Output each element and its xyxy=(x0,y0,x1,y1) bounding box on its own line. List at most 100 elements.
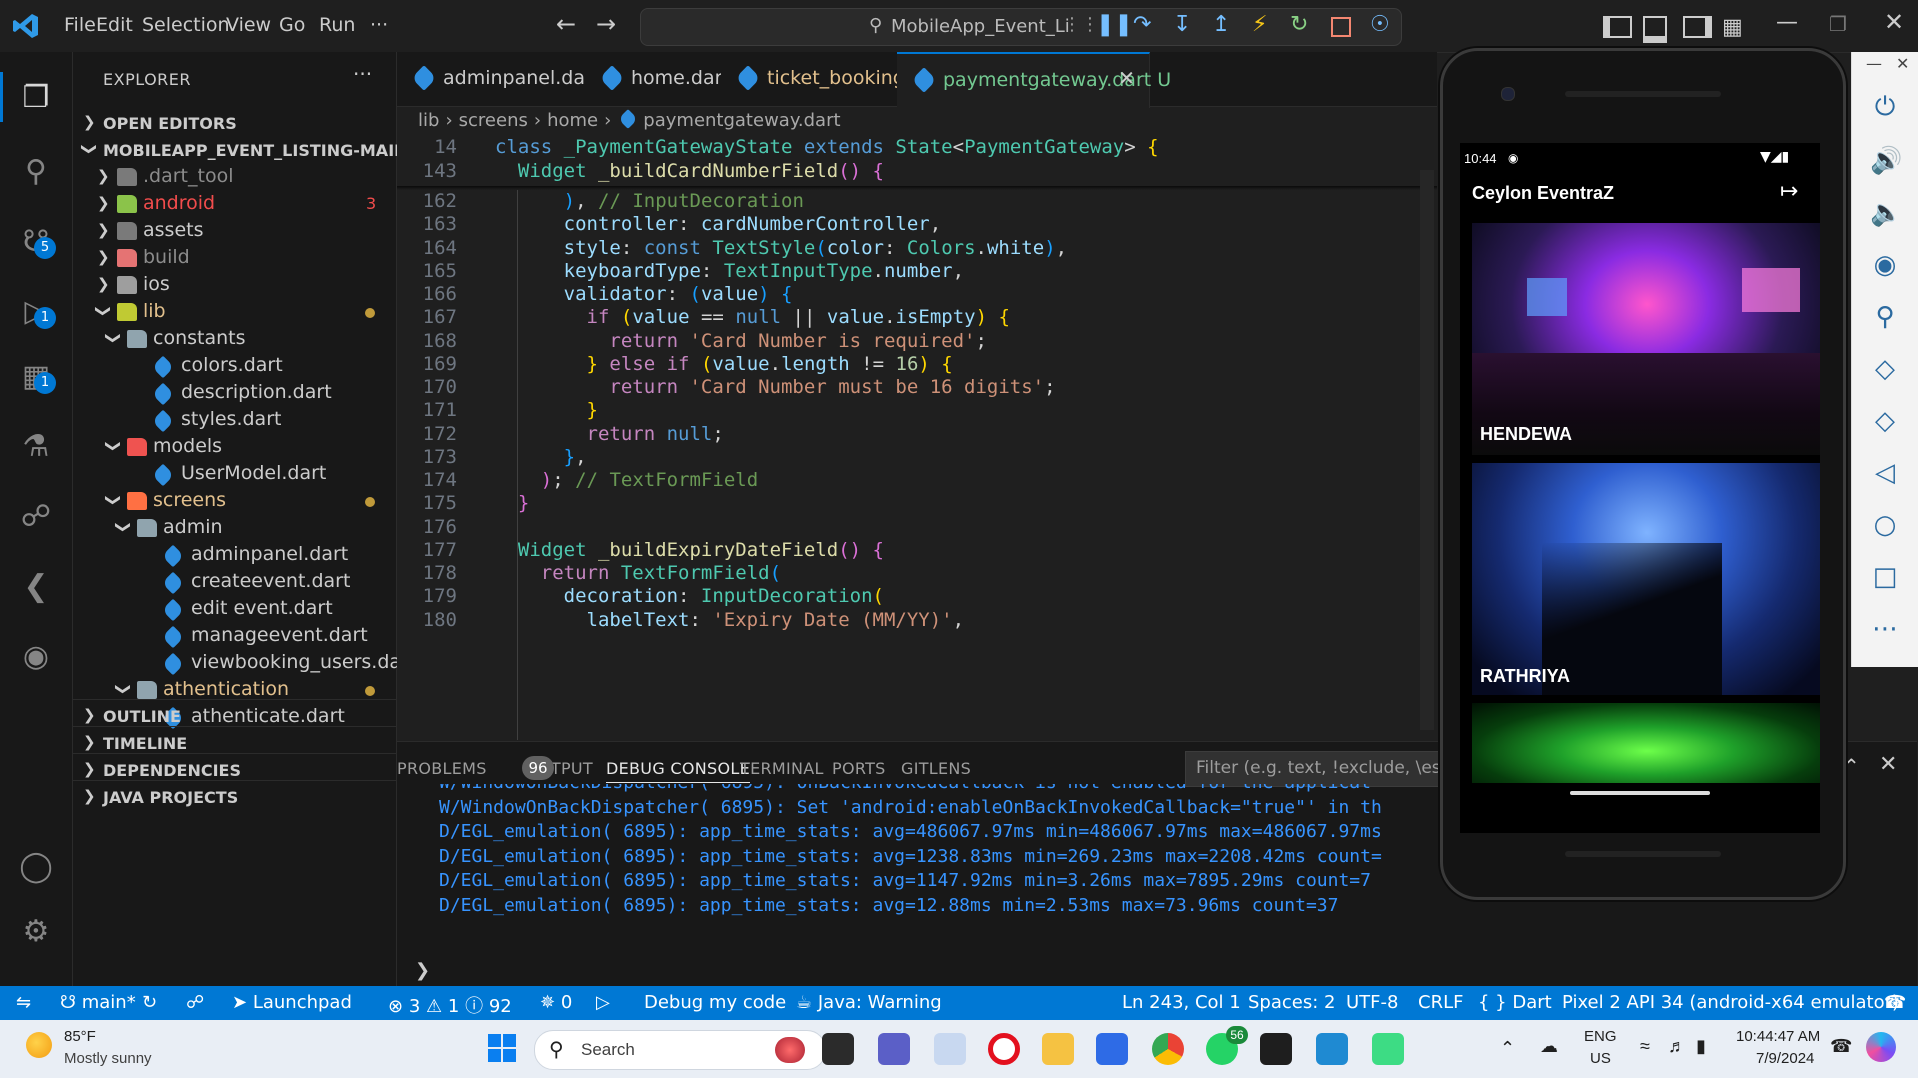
home-circle-icon[interactable]: ○ xyxy=(1870,510,1900,540)
emulator-close-icon[interactable]: ✕ xyxy=(1896,54,1909,73)
explorer-icon[interactable]: ❐ xyxy=(16,78,56,118)
camera-icon[interactable]: ◉ xyxy=(1870,250,1900,280)
emulator-minimize-icon[interactable]: — xyxy=(1866,54,1882,73)
network-tray-icon[interactable]: ☁ xyxy=(1540,1036,1558,1057)
android-studio-icon[interactable] xyxy=(1372,1033,1404,1065)
command-center-search[interactable]: ⚲ MobileApp_Event_Li xyxy=(640,8,1402,46)
menu-more[interactable]: ··· xyxy=(370,14,388,36)
breadcrumb-item[interactable]: home xyxy=(547,110,598,131)
device-selector[interactable]: Pixel 2 API 34 (android-x64 emulator) xyxy=(1562,992,1899,1013)
forward-arrow-icon[interactable]: → xyxy=(596,10,616,38)
notifications-bell-icon[interactable]: ☎ xyxy=(1884,992,1906,1013)
panel-tab-ports[interactable]: PORTS xyxy=(832,759,886,778)
accounts-icon[interactable]: ◯ xyxy=(16,847,56,887)
customize-layout-icon[interactable]: ▦ xyxy=(1722,15,1743,40)
gitlens-graph-icon[interactable]: ☍ xyxy=(186,992,204,1013)
volume-icon[interactable]: ♬ xyxy=(1668,1036,1686,1057)
stop-icon[interactable] xyxy=(1331,17,1351,37)
back-arrow-icon[interactable]: ← xyxy=(556,10,576,38)
power-icon[interactable]: ⏻ xyxy=(1870,92,1900,122)
vscode-taskbar-icon[interactable] xyxy=(1316,1033,1348,1065)
notification-bell-icon[interactable]: ☎ xyxy=(1830,1036,1852,1057)
snipping-tool-icon[interactable] xyxy=(934,1033,966,1065)
menu-view[interactable]: View xyxy=(226,14,271,36)
more-options-icon[interactable]: ⋯ xyxy=(1870,614,1900,644)
file-explorer-icon[interactable] xyxy=(1042,1033,1074,1065)
menu-go[interactable]: Go xyxy=(279,14,305,36)
step-out-icon[interactable]: ↥ xyxy=(1212,12,1230,37)
flutter-icon[interactable]: ❮ xyxy=(16,567,56,607)
back-triangle-icon[interactable]: ◁ xyxy=(1870,458,1900,488)
opera-icon[interactable] xyxy=(988,1033,1020,1065)
remote-icon[interactable]: ⇋ xyxy=(16,992,31,1013)
toggle-panel-icon[interactable] xyxy=(1643,16,1667,43)
copilot-icon[interactable] xyxy=(1866,1032,1896,1062)
hot-reload-icon[interactable]: ⚡ xyxy=(1252,12,1267,37)
taskbar-search-box[interactable]: ⚲ Search xyxy=(534,1030,826,1070)
volume-up-icon[interactable]: 🔊 xyxy=(1870,146,1902,176)
microsoft-store-icon[interactable] xyxy=(1096,1033,1128,1065)
input-region[interactable]: US xyxy=(1590,1050,1611,1067)
weather-sun-icon[interactable] xyxy=(26,1032,52,1058)
close-tab-icon[interactable]: ✕ xyxy=(1118,66,1135,90)
encoding[interactable]: UTF-8 xyxy=(1346,992,1398,1013)
code-editor[interactable]: 14 class _PaymentGatewayState extends Sta… xyxy=(397,136,1437,740)
minimize-icon[interactable]: — xyxy=(1776,10,1798,35)
close-window-icon[interactable]: ✕ xyxy=(1884,8,1904,36)
pause-icon[interactable]: ❚❚ xyxy=(1096,12,1133,37)
gesture-bar[interactable] xyxy=(1570,791,1710,795)
panel-tab-problems[interactable]: PROBLEMS xyxy=(397,759,487,778)
chrome-icon[interactable] xyxy=(1152,1033,1184,1065)
rotate-left-icon[interactable]: ◇ xyxy=(1870,354,1900,384)
toggle-secondary-sidebar-icon[interactable] xyxy=(1683,16,1712,38)
rotate-right-icon[interactable]: ◇ xyxy=(1870,406,1900,436)
toggle-primary-sidebar-icon[interactable] xyxy=(1603,16,1632,38)
panel-tab-gitlens[interactable]: GITLENS xyxy=(901,759,971,778)
weather-desc[interactable]: Mostly sunny xyxy=(64,1050,152,1067)
logout-icon[interactable]: ↦ xyxy=(1780,179,1798,204)
remote-explorer-icon[interactable]: ◉ xyxy=(16,637,56,677)
gitlens-icon[interactable]: ☍ xyxy=(16,497,56,537)
line-endings[interactable]: CRLF xyxy=(1418,992,1463,1013)
sticky-scroll-line[interactable]: 143 Widget _buildCardNumberField() { xyxy=(397,160,1437,188)
sync-icon[interactable]: ↻ xyxy=(142,992,157,1013)
console-prompt-icon[interactable]: ❯ xyxy=(415,960,430,981)
menu-file[interactable]: File xyxy=(64,14,96,36)
breadcrumb-item[interactable]: paymentgateway.dart xyxy=(643,110,840,131)
clock-date[interactable]: 7/9/2024 xyxy=(1756,1050,1814,1067)
debug-launch-icon[interactable]: ▷ xyxy=(596,992,610,1013)
event-card-rathriya[interactable]: RATHRIYA xyxy=(1472,463,1820,695)
teams-icon[interactable] xyxy=(878,1033,910,1065)
volume-down-icon[interactable]: 🔈 xyxy=(1870,198,1902,228)
tab-ticket-booking[interactable]: ticket_booking.dart M xyxy=(721,52,972,106)
tab-home[interactable]: home.dart xyxy=(585,52,730,106)
breadcrumb-item[interactable]: screens xyxy=(459,110,528,131)
wifi-icon[interactable]: ≈ xyxy=(1640,1036,1650,1057)
clock-time[interactable]: 10:44:47 AM xyxy=(1736,1028,1820,1045)
indentation[interactable]: Spaces: 2 xyxy=(1248,992,1335,1013)
weather-temp[interactable]: 85°F xyxy=(64,1028,96,1045)
language-mode[interactable]: { } Dart xyxy=(1478,992,1552,1013)
menu-edit[interactable]: Edit xyxy=(96,14,133,36)
console-filter-input[interactable]: Filter (e.g. text, !exclude, \escap xyxy=(1185,751,1447,787)
debug-config-status[interactable]: Debug my code xyxy=(644,992,786,1013)
code-line[interactable]: 180 labelText: 'Expiry Date (MM/YY)', xyxy=(397,609,1437,637)
restart-icon[interactable]: ↻ xyxy=(1290,12,1308,37)
panel-tab-debug-console[interactable]: DEBUG CONSOLE xyxy=(606,759,751,783)
tab-paymentgateway[interactable]: paymentgateway.dart U ✕ xyxy=(897,52,1171,108)
problems-status[interactable]: ⊗ 3 ⚠ 1 ⓘ 92 xyxy=(388,992,512,1018)
editor-scrollbar[interactable] xyxy=(1420,170,1434,730)
devtools-icon[interactable]: ☉ xyxy=(1370,12,1390,37)
show-hidden-icons-icon[interactable]: ⌃ xyxy=(1500,1038,1515,1059)
launchpad-status[interactable]: ➤ Launchpad xyxy=(232,992,352,1013)
ports-status[interactable]: ✵ 0 xyxy=(540,992,572,1013)
overview-square-icon[interactable]: □ xyxy=(1870,562,1900,592)
windows-start-icon[interactable] xyxy=(488,1034,516,1062)
battery-icon[interactable]: ▮ xyxy=(1696,1036,1706,1057)
panel-tab-terminal[interactable]: TERMINAL xyxy=(740,759,824,778)
search-icon[interactable]: ⚲ xyxy=(16,152,56,192)
more-actions-icon[interactable]: ··· xyxy=(353,62,372,86)
java-status[interactable]: ☕ Java: Warning xyxy=(796,992,942,1013)
section-java-projects[interactable]: ❯ JAVA PROJECTS xyxy=(73,780,396,814)
maximize-icon[interactable]: ❐ xyxy=(1829,12,1847,36)
